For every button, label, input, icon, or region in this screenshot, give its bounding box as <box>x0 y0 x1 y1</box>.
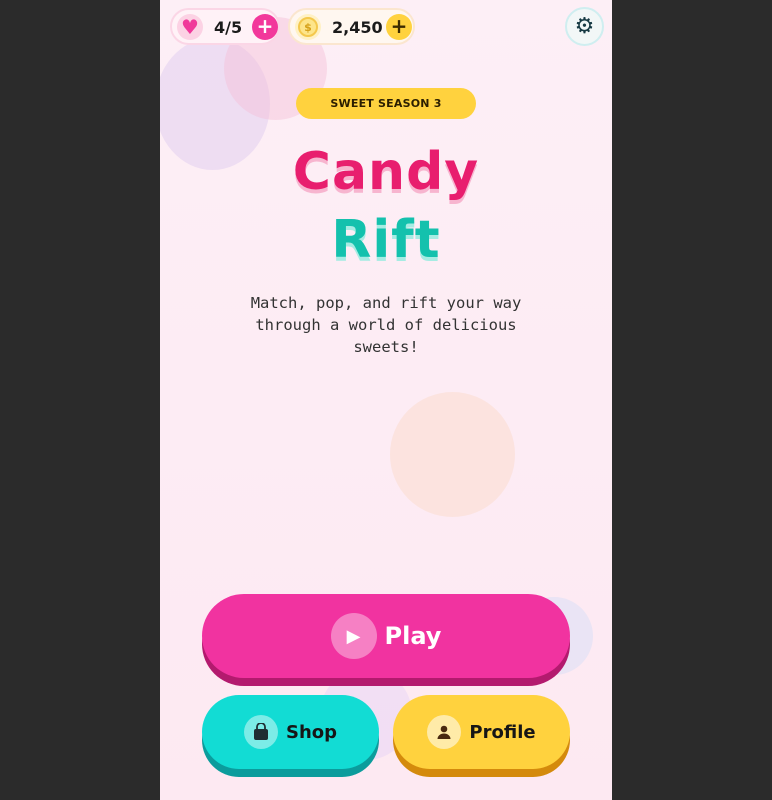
profile-label: Profile <box>469 721 536 743</box>
game-screen: ♥ 4/5 + $ 2,450 + ⚙ SWEET SEASON 3 Candy… <box>160 0 612 800</box>
coins-value: 2,450 <box>332 18 383 37</box>
coin-icon: $ <box>295 14 321 40</box>
lives-counter: ♥ 4/5 + <box>170 8 280 45</box>
heart-icon: ♥ <box>177 14 203 40</box>
game-title-line1: Candy <box>292 142 480 202</box>
user-icon <box>427 715 462 749</box>
profile-button[interactable]: Profile <box>393 695 570 769</box>
gear-icon: ⚙ <box>574 14 595 39</box>
play-label: Play <box>384 622 442 650</box>
tagline: Match, pop, and rift your way through a … <box>250 294 522 356</box>
play-icon: ▶ <box>330 613 377 659</box>
add-coins-button[interactable]: + <box>386 14 412 40</box>
season-badge: SWEET SEASON 3 <box>296 88 476 119</box>
settings-button[interactable]: ⚙ <box>565 7 604 46</box>
shopping-bag-icon <box>243 715 278 749</box>
play-button[interactable]: ▶ Play <box>202 594 570 678</box>
lives-value: 4/5 <box>214 18 243 37</box>
coins-counter: $ 2,450 + <box>288 8 415 45</box>
game-title-line2: Rift <box>331 210 441 270</box>
background-bubble <box>390 392 515 517</box>
coin-symbol: $ <box>298 17 318 37</box>
shop-button[interactable]: Shop <box>202 695 379 769</box>
shop-label: Shop <box>285 721 338 743</box>
add-lives-button[interactable]: + <box>252 14 278 40</box>
